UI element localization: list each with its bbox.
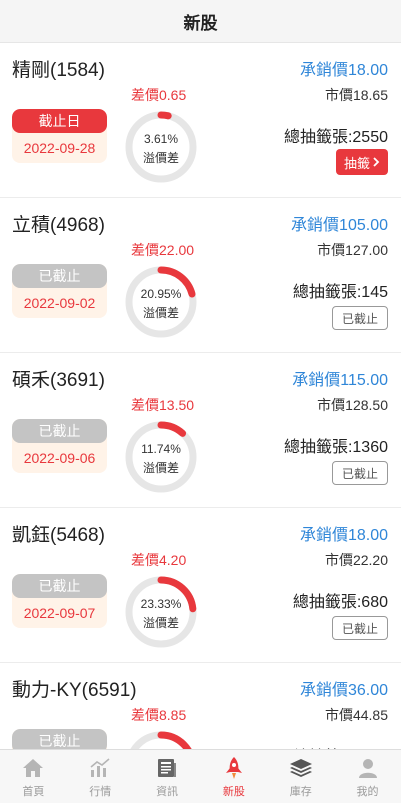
market-price: 市價22.20 xyxy=(324,552,388,568)
underwriting-price: 承銷價18.00 xyxy=(299,62,388,79)
market-price: 市價128.50 xyxy=(317,397,388,413)
ipo-card[interactable]: 立積(4968) 承銷價105.00 差價22.00 市價127.00 已截止 … xyxy=(0,198,401,353)
deadline-badge: 已截止 2022-09-07 xyxy=(12,574,107,628)
premium-percent: 20.95% xyxy=(140,287,182,301)
price-difference: 差價8.85 xyxy=(131,707,187,723)
tab-ipo[interactable]: 新股 xyxy=(200,750,267,803)
premium-ring: 23.33% 溢價差 xyxy=(124,575,198,649)
draw-button-label: 抽籤 xyxy=(343,155,370,171)
total-lots: 總抽籤張:145 xyxy=(292,284,388,301)
page-header: 新股 xyxy=(0,0,401,43)
deadline-status: 已截止 xyxy=(12,729,107,749)
premium-ring-chart xyxy=(125,731,197,749)
layers-icon xyxy=(289,756,313,780)
tab-label: 行情 xyxy=(89,786,112,798)
premium-ring-chart xyxy=(125,111,197,183)
price-difference: 差價4.20 xyxy=(131,552,187,568)
chart-icon xyxy=(88,756,112,780)
deadline-date: 2022-09-28 xyxy=(23,140,96,156)
price-difference: 差價0.65 xyxy=(131,87,187,103)
ipo-list[interactable]: 精剛(1584) 承銷價18.00 差價0.65 市價18.65 截止日 202… xyxy=(0,43,401,749)
tab-news[interactable]: 資訊 xyxy=(134,750,201,803)
tab-label: 新股 xyxy=(222,786,245,798)
market-price: 市價18.65 xyxy=(324,87,388,103)
premium-ring-chart xyxy=(125,266,197,338)
premium-ring: 11.74% 溢價差 xyxy=(124,420,198,494)
tab-profile[interactable]: 我的 xyxy=(334,750,401,803)
premium-ring-chart xyxy=(125,421,197,493)
market-price: 市價127.00 xyxy=(317,242,388,258)
deadline-badge: 截止日 2022-09-28 xyxy=(12,109,107,163)
draw-lottery-button[interactable]: 抽籤 xyxy=(335,149,388,175)
ipo-card[interactable]: 碩禾(3691) 承銷價115.00 差價13.50 市價128.50 已截止 … xyxy=(0,353,401,508)
stock-name: 動力-KY(6591) xyxy=(12,680,137,701)
tab-label: 庫存 xyxy=(289,786,312,798)
premium-ring: 3.61% 溢價差 xyxy=(124,110,198,184)
deadline-date: 2022-09-07 xyxy=(23,605,96,621)
deadline-badge: 已截止 2022-09-02 xyxy=(12,264,107,318)
ring-track xyxy=(125,111,197,183)
chevron-right-icon xyxy=(373,155,380,170)
premium-ring-chart xyxy=(125,576,197,648)
price-difference: 差價22.00 xyxy=(131,242,195,258)
deadline-date: 2022-09-02 xyxy=(23,295,96,311)
premium-label: 溢價差 xyxy=(142,616,179,630)
deadline-status: 已截止 xyxy=(12,574,107,598)
ipo-card[interactable]: 動力-KY(6591) 承銷價36.00 差價8.85 市價44.85 已截止 … xyxy=(0,663,401,749)
tab-label: 資訊 xyxy=(156,786,179,798)
tab-label: 首頁 xyxy=(22,786,45,798)
price-difference: 差價13.50 xyxy=(131,397,195,413)
underwriting-price: 承銷價115.00 xyxy=(292,372,388,389)
news-icon xyxy=(155,756,179,780)
stock-name: 立積(4968) xyxy=(12,215,105,236)
deadline-badge: 已截止 2022-09-06 xyxy=(12,419,107,473)
deadline-date: 2022-09-06 xyxy=(23,450,96,466)
deadline-status: 已截止 xyxy=(12,264,107,288)
premium-ring: 20.95% 溢價差 xyxy=(124,265,198,339)
tab-home[interactable]: 首頁 xyxy=(0,750,67,803)
deadline-status: 已截止 xyxy=(12,419,107,443)
premium-percent: 23.33% xyxy=(140,597,182,611)
closed-button[interactable]: 已截止 xyxy=(331,461,388,485)
premium-ring xyxy=(124,730,198,749)
page-title: 新股 xyxy=(183,13,218,33)
premium-percent: 3.61% xyxy=(143,132,179,146)
stock-name: 碩禾(3691) xyxy=(12,370,105,391)
tab-market[interactable]: 行情 xyxy=(67,750,134,803)
closed-button[interactable]: 已截止 xyxy=(331,616,388,640)
tab-inventory[interactable]: 庫存 xyxy=(267,750,334,803)
ipo-card[interactable]: 凱鈺(5468) 承銷價18.00 差價4.20 市價22.20 已截止 202… xyxy=(0,508,401,663)
deadline-status: 截止日 xyxy=(12,109,107,133)
stock-name: 精剛(1584) xyxy=(12,60,105,81)
total-lots: 總抽籤張:2550 xyxy=(283,129,388,146)
premium-percent: 11.74% xyxy=(141,442,181,456)
premium-label: 溢價差 xyxy=(142,461,179,475)
closed-button[interactable]: 已截止 xyxy=(331,306,388,330)
total-lots: 總抽籤張:680 xyxy=(292,594,388,611)
underwriting-price: 承銷價18.00 xyxy=(299,527,388,544)
stock-name: 凱鈺(5468) xyxy=(12,525,105,546)
premium-label: 溢價差 xyxy=(142,306,179,320)
rocket-icon xyxy=(222,756,246,780)
ipo-card[interactable]: 精剛(1584) 承銷價18.00 差價0.65 市價18.65 截止日 202… xyxy=(0,43,401,198)
deadline-badge: 已截止 xyxy=(12,729,107,749)
market-price: 市價44.85 xyxy=(324,707,388,723)
underwriting-price: 承銷價36.00 xyxy=(299,682,388,699)
tab-label: 我的 xyxy=(356,786,379,798)
home-icon xyxy=(21,756,45,780)
premium-label: 溢價差 xyxy=(142,151,179,165)
total-lots: 總抽籤張:1360 xyxy=(283,439,388,456)
underwriting-price: 承銷價105.00 xyxy=(291,217,388,234)
bottom-tab-bar: 首頁 行情 資訊 新股 庫存 我的 xyxy=(0,749,401,803)
user-icon xyxy=(356,756,380,780)
